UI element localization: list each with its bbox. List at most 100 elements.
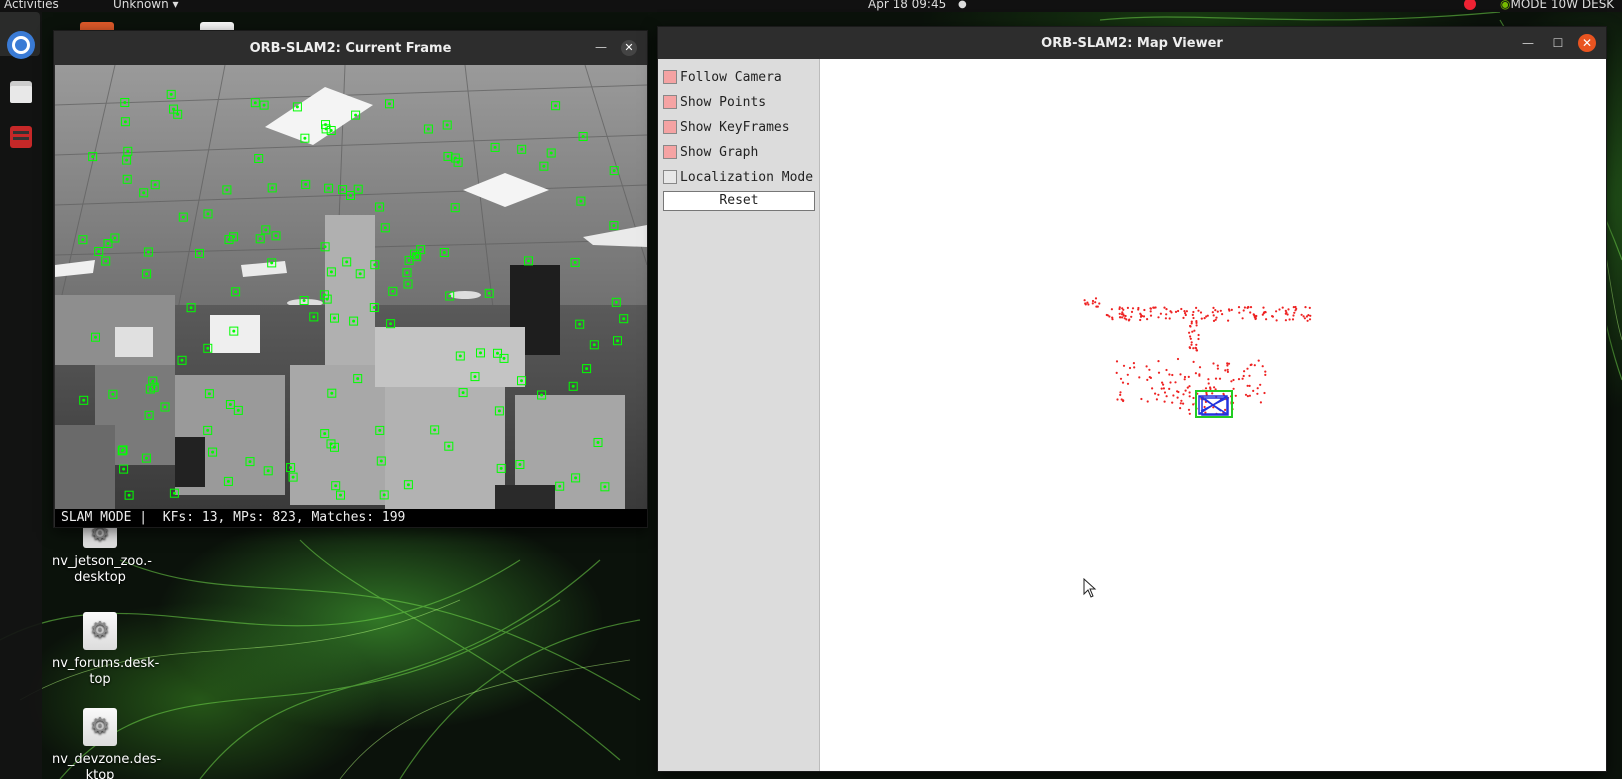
follow-camera-checkbox[interactable]: Follow Camera <box>663 66 782 88</box>
map-point <box>1197 333 1200 337</box>
map-point <box>1116 398 1119 401</box>
map-options-panel: Follow Camera Show Points Show KeyFrames… <box>658 59 820 771</box>
map-point <box>1261 313 1264 316</box>
map-point <box>1195 347 1198 350</box>
activities-button[interactable]: Activities <box>4 0 59 11</box>
feature-point-center <box>493 145 497 149</box>
map-point <box>1238 311 1241 314</box>
checkbox-box[interactable] <box>663 170 677 184</box>
map-3d-view[interactable] <box>821 59 1606 771</box>
camera-frame-view <box>55 65 647 509</box>
checkbox-box[interactable] <box>663 70 677 84</box>
feature-point-center <box>152 385 156 389</box>
reset-button[interactable]: Reset <box>663 191 815 211</box>
map-point <box>1226 364 1229 367</box>
app-icon[interactable] <box>4 120 38 154</box>
checkbox-box[interactable] <box>663 95 677 109</box>
window-titlebar[interactable]: ORB-SLAM2: Current Frame <box>54 31 647 65</box>
map-point <box>1243 370 1246 373</box>
files-icon[interactable] <box>4 74 38 108</box>
feature-point-center <box>169 92 173 96</box>
feature-point-center <box>324 127 328 131</box>
map-point <box>1303 317 1306 320</box>
current-frame-window[interactable]: ORB-SLAM2: Current Frame — ✕ SLAM MODE |… <box>53 30 648 528</box>
map-point <box>1287 308 1290 311</box>
map-point <box>1241 377 1244 380</box>
window-titlebar[interactable]: ORB-SLAM2: Map Viewer <box>658 27 1606 59</box>
feature-point-center <box>445 123 449 127</box>
map-point <box>1120 313 1124 316</box>
feature-point-center <box>407 258 411 262</box>
feature-point-center <box>574 476 578 480</box>
map-point <box>1127 319 1130 322</box>
map-point <box>1130 310 1134 313</box>
map-point <box>1157 371 1161 374</box>
localization-mode-checkbox[interactable]: Localization Mode <box>663 166 813 188</box>
map-point <box>1247 305 1250 309</box>
feature-point-center <box>274 234 278 238</box>
minimize-icon[interactable]: — <box>1520 35 1536 51</box>
checkbox-box[interactable] <box>663 145 677 159</box>
feature-point-center <box>578 322 582 326</box>
feature-point-center <box>172 491 176 495</box>
map-point <box>1177 309 1180 313</box>
map-point <box>1252 313 1255 316</box>
map-point <box>1264 373 1267 376</box>
map-point <box>1126 382 1130 385</box>
map-point <box>1246 395 1249 398</box>
feature-point-center <box>295 105 299 109</box>
feature-point-center <box>603 485 607 489</box>
map-point <box>1292 314 1295 317</box>
desktop-icon-forums[interactable]: ⚙ nv_forums.desk- top <box>52 612 159 688</box>
map-point <box>1105 313 1108 317</box>
feature-point-center <box>542 164 546 168</box>
feature-point-center <box>527 259 530 263</box>
show-points-checkbox[interactable]: Show Points <box>663 91 766 113</box>
desktop-icon-jetson-zoo[interactable]: ⚙ nv_jetson_zoo.- desktop <box>52 520 152 586</box>
minimize-icon[interactable]: — <box>593 39 609 55</box>
feature-point-center <box>142 191 146 195</box>
map-point <box>1226 362 1229 365</box>
map-point <box>1180 399 1183 402</box>
dock <box>0 12 42 779</box>
app-menu[interactable]: Unknown ▾ <box>113 0 179 11</box>
feature-point-center <box>106 242 110 245</box>
map-point <box>1190 322 1193 325</box>
map-point <box>1232 387 1235 390</box>
nvpmodel-indicator[interactable]: ◉MODE 10W DESK <box>1500 0 1614 11</box>
chromium-icon[interactable] <box>4 28 38 62</box>
map-point <box>1281 306 1284 309</box>
map-viewer-window[interactable]: ORB-SLAM2: Map Viewer — ☐ ✕ Follow Camer… <box>657 26 1607 772</box>
desktop-icon-devzone[interactable]: ⚙ nv_devzone.des- ktop <box>52 708 161 779</box>
desktop-icon-label: nv_jetson_zoo.- <box>52 554 152 569</box>
map-point <box>1176 357 1180 361</box>
show-graph-checkbox[interactable]: Show Graph <box>663 141 758 163</box>
feature-point-center <box>123 101 127 104</box>
do-not-disturb-icon[interactable] <box>1464 0 1476 10</box>
show-keyframes-checkbox[interactable]: Show KeyFrames <box>663 116 790 138</box>
feature-point-center <box>372 306 376 309</box>
map-point <box>1165 313 1168 316</box>
map-point <box>1119 393 1122 396</box>
map-point <box>1249 311 1252 314</box>
map-point <box>1126 373 1129 376</box>
map-point <box>1302 315 1305 318</box>
map-point <box>1188 331 1191 334</box>
map-point <box>1237 306 1241 309</box>
close-icon[interactable]: ✕ <box>1578 34 1596 52</box>
map-point <box>1179 373 1182 376</box>
feature-point-center <box>406 282 410 286</box>
map-point <box>1165 395 1168 398</box>
maximize-icon[interactable]: ☐ <box>1550 35 1566 51</box>
checkbox-box[interactable] <box>663 120 677 134</box>
map-point <box>1195 343 1198 346</box>
clock[interactable]: Apr 18 09:45 <box>868 0 946 11</box>
map-point <box>1192 310 1195 314</box>
feature-point-center <box>358 272 362 276</box>
close-icon[interactable]: ✕ <box>621 40 637 56</box>
map-point <box>1182 402 1185 405</box>
feature-point-center <box>322 293 326 297</box>
feature-point-center <box>389 322 393 326</box>
map-point <box>1275 319 1278 322</box>
feature-point-center <box>518 463 522 466</box>
